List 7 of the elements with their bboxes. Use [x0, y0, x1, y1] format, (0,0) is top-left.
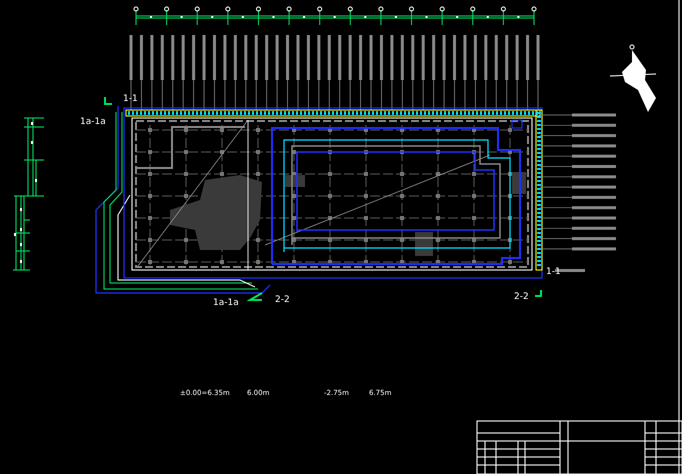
section-label: 1-1	[546, 267, 561, 277]
section-label: 1a-1a	[213, 298, 239, 308]
section-label: 2-2	[514, 292, 529, 302]
section-label: 1-1	[123, 94, 138, 104]
section-label: 1a-1a	[80, 117, 106, 127]
section-label: 2-2	[275, 295, 290, 305]
north-arrow-icon	[610, 44, 656, 112]
